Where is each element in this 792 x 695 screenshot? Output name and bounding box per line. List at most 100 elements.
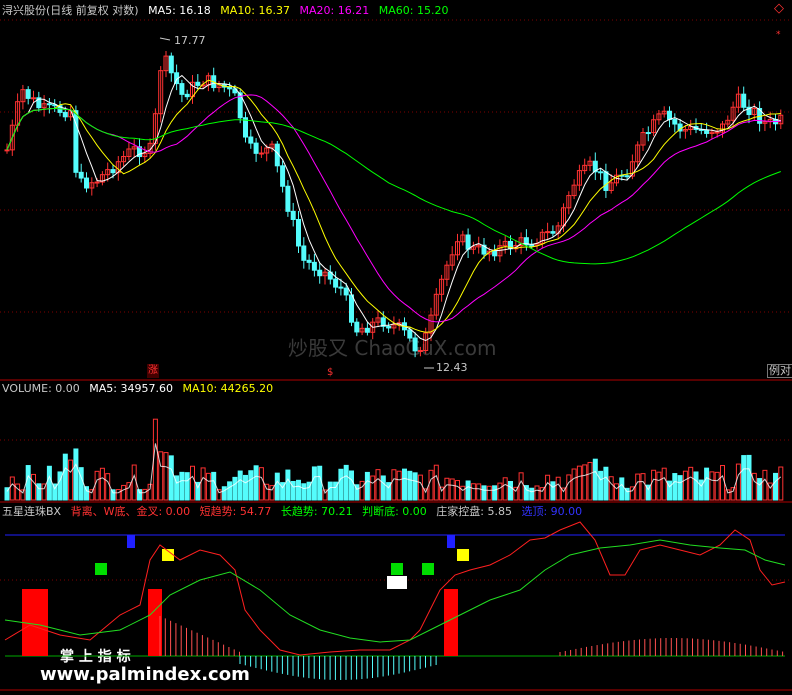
volume-bar — [62, 453, 68, 501]
volume-bar — [237, 470, 243, 501]
ma60-line — [6, 107, 781, 265]
candle-body — [343, 287, 349, 296]
candle-body — [338, 286, 344, 289]
volume-bar — [243, 474, 248, 501]
volume-bar — [534, 485, 540, 501]
volume-bar — [407, 470, 413, 501]
candle-body — [311, 261, 317, 271]
volume-bar — [375, 469, 381, 501]
volume-bar — [221, 486, 227, 501]
candle-body — [741, 93, 747, 108]
volume-bar — [89, 489, 95, 501]
volume-bar — [746, 454, 752, 501]
candle-body — [492, 250, 498, 257]
volume-bar — [508, 481, 513, 501]
candle-body — [714, 131, 720, 134]
volume-bar — [105, 473, 111, 501]
volume-bar — [115, 489, 121, 501]
candle-body — [598, 171, 604, 174]
volume-bar — [402, 468, 407, 501]
volume-bar — [582, 464, 588, 501]
volume-bar — [359, 480, 365, 501]
volume-bar — [84, 486, 89, 501]
volume-bar — [656, 471, 662, 501]
candle-body — [46, 103, 52, 106]
candle-body — [227, 86, 233, 90]
volume-bar — [529, 487, 535, 501]
volume-bar — [566, 474, 572, 501]
volume-bar — [412, 472, 418, 501]
volume-bar — [449, 478, 455, 501]
volume-bar — [735, 463, 741, 501]
candle-body — [296, 218, 301, 247]
volume-bar — [603, 466, 609, 501]
volume-bar — [94, 470, 100, 501]
volume-bar — [205, 472, 211, 501]
volume-bar — [481, 485, 487, 501]
candle-body — [78, 171, 84, 179]
volume-bar — [682, 470, 688, 501]
candle-body — [94, 181, 100, 184]
volume-bar — [619, 477, 625, 501]
candle-body — [704, 129, 710, 134]
volume-bar — [142, 488, 148, 501]
volume-bar — [576, 465, 582, 501]
volume-bar — [301, 483, 307, 501]
stock-chart-canvas[interactable] — [0, 0, 792, 695]
volume-bar — [364, 471, 370, 501]
volume-bar — [714, 471, 720, 501]
volume-bar — [433, 464, 439, 501]
volume-bar — [296, 479, 301, 501]
volume-bar — [428, 469, 434, 501]
candle-body — [364, 327, 370, 333]
volume-bar — [773, 472, 778, 501]
volume-bar — [338, 468, 344, 501]
ma5-line — [6, 74, 781, 342]
volume-bar — [179, 471, 185, 501]
volume-bar — [614, 483, 619, 501]
volume-bar — [720, 465, 725, 501]
volume-bar — [327, 481, 333, 501]
candle-body — [645, 132, 651, 135]
volume-bar — [78, 467, 84, 501]
volume-bar — [391, 469, 397, 501]
volume-bar — [640, 473, 646, 501]
candle-body — [672, 118, 678, 125]
volume-bar — [311, 466, 317, 501]
candle-body — [545, 231, 551, 234]
candle-body — [184, 93, 190, 98]
volume-bar — [476, 483, 482, 501]
volume-bar — [370, 475, 376, 501]
candle-body — [258, 152, 264, 155]
volume-bar — [497, 482, 503, 501]
candle-body — [529, 244, 535, 247]
volume-bar — [757, 478, 763, 501]
green-marker — [422, 563, 434, 575]
volume-bar — [73, 448, 79, 501]
candle-body — [280, 165, 286, 187]
volume-bar — [460, 485, 466, 501]
volume-bar — [258, 467, 264, 501]
volume-bar — [417, 474, 423, 501]
volume-bar — [190, 465, 195, 501]
volume-bar — [651, 469, 657, 501]
candle-body — [301, 245, 307, 261]
volume-bar — [608, 476, 614, 501]
volume-bar — [99, 467, 105, 501]
volume-bar — [661, 467, 667, 501]
volume-bar — [545, 474, 551, 501]
volume-bar — [285, 469, 291, 501]
volume-bar — [31, 473, 36, 501]
volume-bar — [110, 489, 116, 501]
moving-averages — [6, 74, 781, 342]
candle-body — [168, 55, 174, 74]
candle-body — [84, 177, 89, 189]
volume-bar — [598, 470, 604, 501]
candle-body — [290, 210, 296, 220]
candle-body — [285, 185, 291, 212]
volume-bar — [274, 472, 280, 501]
volume-bar — [502, 477, 508, 501]
candle-body — [195, 81, 201, 86]
volume-bar — [587, 461, 593, 501]
volume-bar — [211, 471, 217, 501]
